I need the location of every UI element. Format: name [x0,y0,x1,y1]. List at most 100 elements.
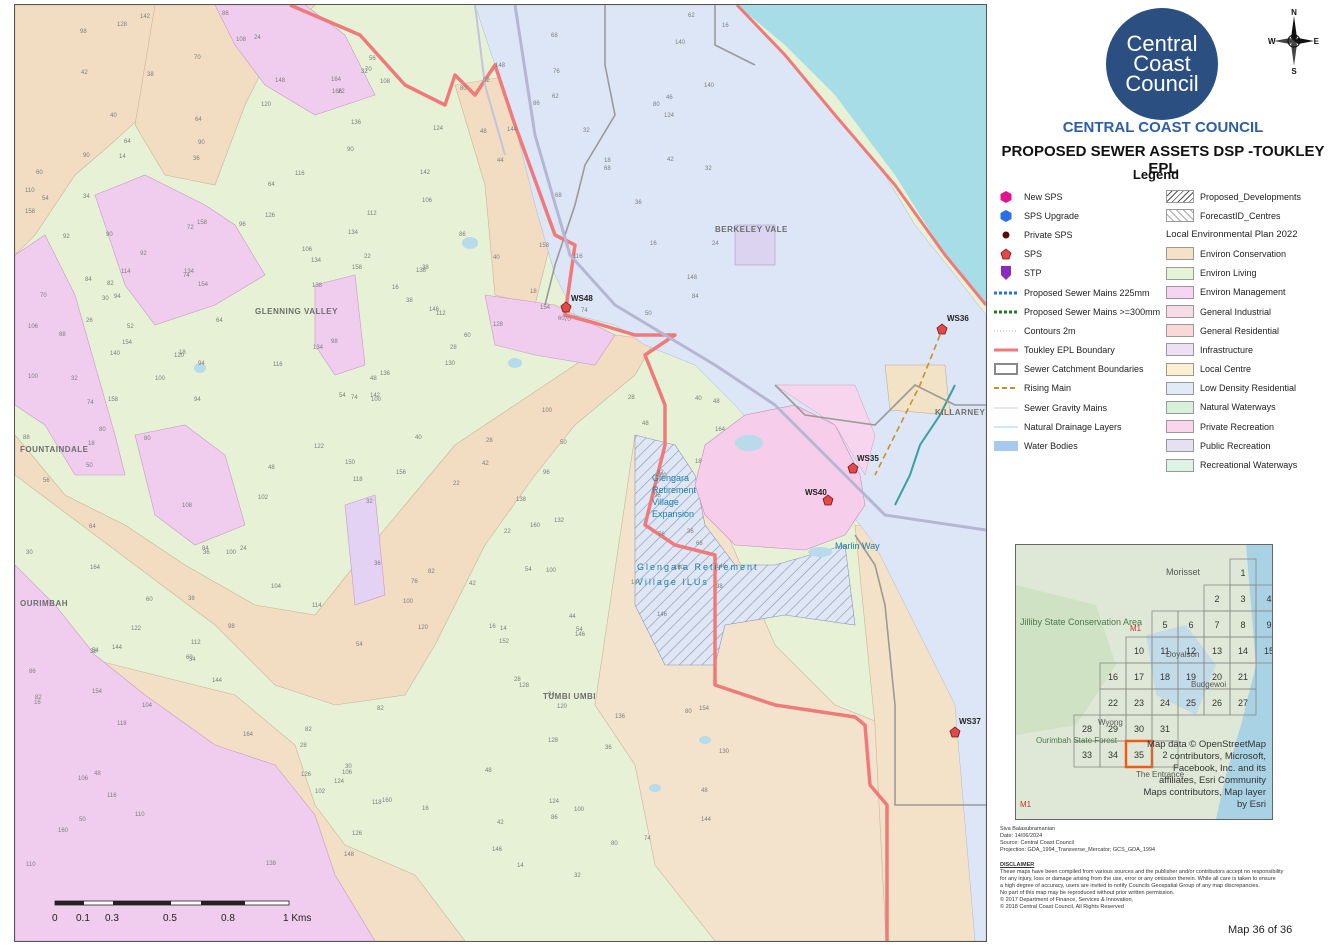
contour-label: 36 [193,156,200,162]
contour-label: 96 [654,493,661,499]
contour-label: 100 [155,376,166,382]
svg-text:Morisset: Morisset [1166,567,1201,577]
place-label: GLENNING VALLEY [255,307,338,316]
contour-label: 60 [558,316,565,322]
contour-label: 128 [117,22,128,28]
contour-label: 94 [548,692,555,698]
legend-item: Proposed Sewer Mains >=300mm [994,302,1160,321]
inset-grid-number: 21 [1238,672,1248,682]
contour-label: 16 [722,23,729,29]
legend-item: Private SPS [994,225,1160,244]
contour-label: 86 [551,815,558,821]
contour-label: 164 [90,565,101,571]
zone-swatch [1166,266,1194,280]
inset-grid-number: 9 [1266,620,1271,630]
contour-label: 40 [493,255,500,261]
small-area-caption: Marlin Way [835,541,880,551]
contour-label: 102 [258,495,269,501]
legend-item: SPS Upgrade [994,206,1160,225]
water-body-icon [994,439,1018,453]
contour-label: 54 [356,642,363,648]
contour-label: 28 [628,395,635,401]
contour-label: 48 [642,421,649,427]
contour-label: 40 [695,396,702,402]
legend-item: SPS [994,245,1160,264]
drainage-icon [994,420,1018,434]
hatch-sparse-icon [1166,209,1194,223]
lep-zone-item: Infrastructure [1166,340,1301,359]
zone-label: Infrastructure [1200,344,1254,355]
svg-text:WS36: WS36 [947,314,969,323]
contour-label: 68 [696,541,703,547]
contour-label: 82 [377,706,384,712]
contour-label: 18 [695,459,702,465]
contour-label: 124 [549,799,560,805]
map-view[interactable]: BERKELEY VALE GLENNING VALLEY FOUNTAINDA… [14,4,987,942]
legend-item: New SPS [994,187,1160,206]
contour-label: 32 [361,69,368,75]
contour-label: 106 [78,776,89,782]
contour-label: 138 [312,283,323,289]
legend-item: Contours 2m [994,321,1160,340]
contour-label: 92 [483,78,490,84]
contour-label: 100 [574,807,585,813]
svg-text:WS37: WS37 [959,717,981,726]
zone-label: Environ Living [1200,268,1257,279]
contour-label: 60 [464,333,471,339]
inset-grid-number: 8 [1240,620,1245,630]
contour-label: 50 [86,463,93,469]
contour-label: 106 [342,770,353,776]
contour-label: 70 [40,293,47,299]
contour-label: 126 [265,213,276,219]
contour-label: 90 [106,232,113,238]
map-canvas[interactable]: BERKELEY VALE GLENNING VALLEY FOUNTAINDA… [15,5,986,941]
contour-label: 122 [314,444,325,450]
sps-upgrade-icon [994,209,1018,223]
page-number: Map 36 of 36 [1228,924,1293,936]
legend-item: Proposed Sewer Mains 225mm [994,283,1160,302]
contour-label: 124 [334,779,345,785]
lep-zone-item: Local Centre [1166,360,1301,379]
svg-text:Doyalson: Doyalson [1166,650,1199,659]
contour-label: 42 [81,70,88,76]
contour-label: 134 [313,345,324,351]
contour-label: 124 [664,113,675,119]
map-sidebar: Central Coast Council N S E W CENTRAL CO… [986,0,1340,947]
contour-label: 62 [688,13,695,19]
inset-overview-map[interactable]: 1234567891011121314151617181920212223242… [1015,544,1273,820]
contour-label: 164 [715,427,726,433]
zone-swatch [1166,247,1194,261]
contour-label: 18 [179,350,186,356]
north-arrow-icon: N S E W [1268,8,1320,74]
legend-item: Natural Drainage Layers [994,417,1160,436]
zone-label: Recreational Waterways [1200,460,1298,471]
contour-label: 50 [79,817,86,823]
inset-grid-number: 33 [1082,750,1092,760]
contour-label: 158 [539,243,550,249]
contour-label: 96 [239,222,246,228]
map-attribution: Map data © OpenStreetMap contributors, M… [1143,739,1267,810]
legend-item: Sewer Catchment Boundaries [994,360,1160,379]
contour-label: 148 [344,852,355,858]
inset-grid-number: 25 [1186,698,1196,708]
contour-label: 136 [615,714,626,720]
zone-label: General Industrial [1200,306,1272,317]
contour-label: 138 [266,861,277,867]
zone-swatch [1166,285,1194,299]
contour-label: 22 [364,254,371,260]
contour-label: 36 [605,745,612,751]
contour-label: 68 [551,33,558,39]
legend-item: Rising Main [994,379,1160,398]
inset-grid-number: 27 [1238,698,1248,708]
contour-label: 100 [226,550,237,556]
contour-label: 128 [519,683,530,689]
contour-label: 104 [142,703,153,709]
contour-label: 86 [533,101,540,107]
svg-text:0.5: 0.5 [163,913,177,924]
inset-grid-number: 30 [1134,724,1144,734]
contour-label: 54 [339,393,346,399]
contour-label: 90 [198,140,205,146]
contour-label: 150 [345,460,356,466]
contour-label: 88 [23,435,30,441]
svg-text:Glengara Retirement: Glengara Retirement [637,562,759,572]
